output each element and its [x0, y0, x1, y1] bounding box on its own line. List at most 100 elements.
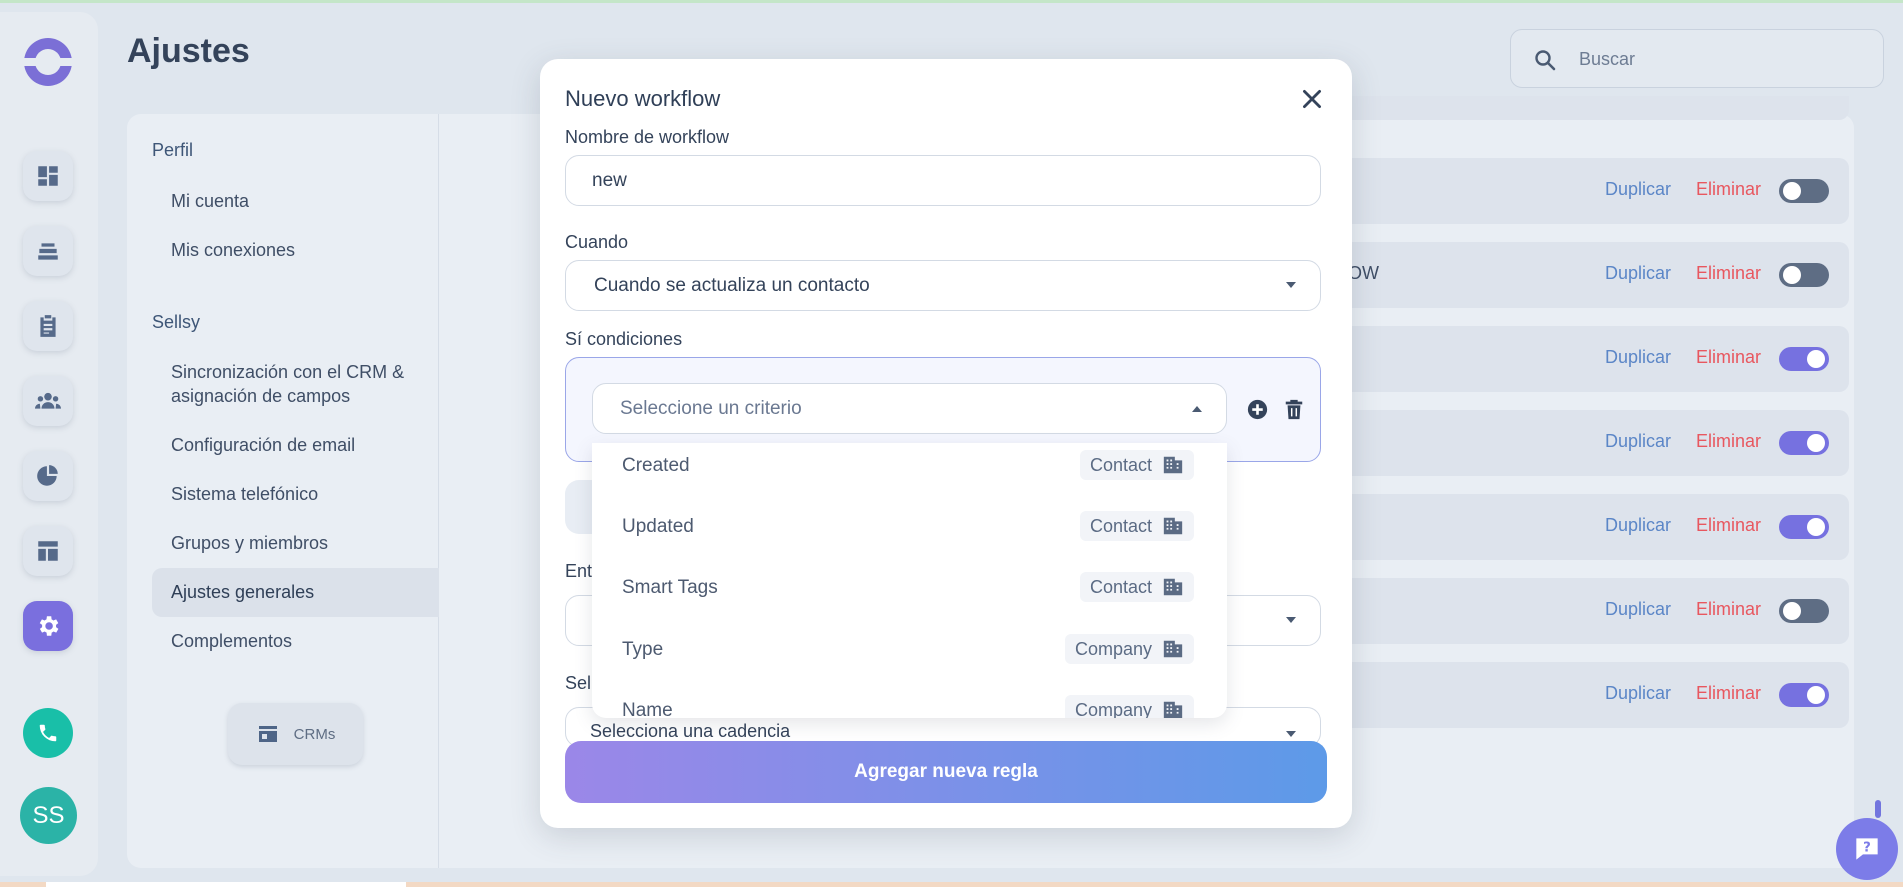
workflow-name-input[interactable]: new [565, 155, 1321, 206]
entity-tag-label: Company [1074, 699, 1152, 719]
duplicate-link[interactable]: Duplicar [1605, 515, 1671, 536]
workflow-toggle[interactable] [1779, 431, 1829, 455]
delete-link[interactable]: Eliminar [1696, 683, 1761, 704]
criteria-select[interactable]: Seleccione un criterio [592, 383, 1227, 434]
close-icon[interactable] [1299, 86, 1325, 112]
help-button[interactable]: ? [1836, 818, 1898, 880]
workflow-toggle[interactable] [1779, 179, 1829, 203]
chevron-down-icon [1286, 617, 1296, 623]
add-condition-icon[interactable] [1247, 399, 1268, 420]
phone-icon [39, 724, 57, 742]
delete-link[interactable]: Eliminar [1696, 431, 1761, 452]
nav-settings[interactable] [23, 601, 73, 651]
nav-item-groups[interactable]: Grupos y miembros [171, 531, 328, 555]
entity-tag-label: Contact [1089, 454, 1152, 475]
duplicate-link[interactable]: Duplicar [1605, 599, 1671, 620]
workflow-row: Duplicar Eliminar [1340, 494, 1849, 560]
avatar[interactable]: SS [20, 787, 77, 844]
search-input[interactable] [1579, 40, 1869, 78]
workflow-toggle[interactable] [1779, 599, 1829, 623]
building-icon [1163, 517, 1183, 535]
dashboard-icon [38, 166, 58, 186]
criteria-option-label: Type [622, 639, 664, 660]
entity-tag-label: Contact [1089, 515, 1152, 536]
nav-item-phone-system[interactable]: Sistema telefónico [171, 482, 318, 506]
delete-link[interactable]: Eliminar [1696, 599, 1761, 620]
top-accent-line [0, 0, 1903, 3]
trash-icon[interactable] [1283, 397, 1305, 421]
search-icon [1535, 50, 1556, 71]
pie-chart-icon [37, 465, 58, 486]
criteria-option-label: Name [622, 700, 673, 718]
workflow-toggle[interactable] [1779, 347, 1829, 371]
criteria-option[interactable]: Created Contact [592, 443, 1227, 495]
nav-stack[interactable] [23, 226, 73, 276]
criteria-option-label: Smart Tags [622, 577, 718, 598]
nav-item-mis-conexiones[interactable]: Mis conexiones [171, 238, 295, 262]
nav-item-crm-sync[interactable]: Sincronización con el CRM & asignación d… [171, 360, 421, 408]
crms-button[interactable]: CRMs [228, 703, 363, 765]
chevron-down-icon [1286, 731, 1296, 737]
building-icon [1163, 578, 1183, 596]
bottom-strip-tab [46, 882, 406, 887]
entity-tag-label: Contact [1089, 576, 1152, 597]
criteria-option[interactable]: Smart Tags Contact [592, 565, 1227, 617]
entity-tag: Company [1064, 695, 1194, 719]
criteria-option[interactable]: Type Company [592, 627, 1227, 679]
nav-contacts[interactable] [23, 376, 73, 426]
criteria-option[interactable]: Name Company [592, 688, 1227, 718]
criteria-option-label: Created [622, 455, 690, 476]
entity-tag: Contact [1079, 450, 1194, 480]
conditions-label: Sí condiciones [565, 329, 683, 349]
when-label: Cuando [565, 232, 629, 252]
nav-item-mi-cuenta[interactable]: Mi cuenta [171, 189, 249, 213]
workflow-toggle[interactable] [1779, 515, 1829, 539]
help-indicator [1875, 800, 1881, 818]
chat-help-icon: ? [1856, 838, 1878, 860]
nav-heading-perfil: Perfil [152, 140, 194, 160]
delete-link[interactable]: Eliminar [1696, 179, 1761, 200]
building-icon [1163, 701, 1183, 718]
duplicate-link[interactable]: Duplicar [1605, 263, 1671, 284]
nav-item-addons[interactable]: Complementos [171, 629, 292, 653]
duplicate-link[interactable]: Duplicar [1605, 347, 1671, 368]
workflow-toggle[interactable] [1779, 263, 1829, 287]
gear-icon [39, 616, 59, 636]
workflow-row: OW Duplicar Eliminar [1340, 242, 1849, 308]
workflow-row: Duplicar Eliminar [1340, 662, 1849, 728]
workflow-toggle[interactable] [1779, 683, 1829, 707]
app-logo[interactable] [24, 38, 72, 86]
nav-tasks[interactable] [23, 301, 73, 351]
nav-templates[interactable] [23, 526, 73, 576]
workflow-row: Duplicar Eliminar [1340, 326, 1849, 392]
people-icon [35, 392, 61, 409]
when-select[interactable]: Cuando se actualiza un contacto [565, 260, 1321, 311]
workflow-row: Duplicar Eliminar [1340, 158, 1849, 224]
building-icon [1163, 456, 1183, 474]
duplicate-link[interactable]: Duplicar [1605, 179, 1671, 200]
criteria-option-label: Updated [622, 516, 694, 537]
delete-link[interactable]: Eliminar [1696, 263, 1761, 284]
delete-link[interactable]: Eliminar [1696, 515, 1761, 536]
phone-button[interactable] [23, 708, 73, 758]
criteria-dropdown: Created Contact Updated Contact Smart Ta… [592, 443, 1227, 718]
nav-item-email-config[interactable]: Configuración de email [171, 433, 355, 457]
nav-dashboard[interactable] [23, 151, 73, 201]
criteria-option[interactable]: Updated Contact [592, 504, 1227, 556]
clipboard-icon [40, 315, 56, 337]
entity-tag-label: Company [1074, 638, 1152, 659]
page-title: Ajustes [127, 32, 250, 70]
add-rule-button[interactable]: Agregar nueva regla [565, 741, 1327, 803]
building-icon [1163, 640, 1183, 658]
nav-reports[interactable] [23, 451, 73, 501]
search-box[interactable] [1510, 29, 1884, 88]
nav-item-general-settings[interactable]: Ajustes generales [152, 568, 439, 617]
layout-icon [38, 541, 58, 561]
workflow-row: Duplicar Eliminar [1340, 578, 1849, 644]
duplicate-link[interactable]: Duplicar [1605, 683, 1671, 704]
then-label: Ent [565, 561, 593, 581]
entity-tag: Company [1064, 634, 1194, 664]
delete-link[interactable]: Eliminar [1696, 347, 1761, 368]
crms-button-label: CRMs [293, 725, 336, 743]
duplicate-link[interactable]: Duplicar [1605, 431, 1671, 452]
